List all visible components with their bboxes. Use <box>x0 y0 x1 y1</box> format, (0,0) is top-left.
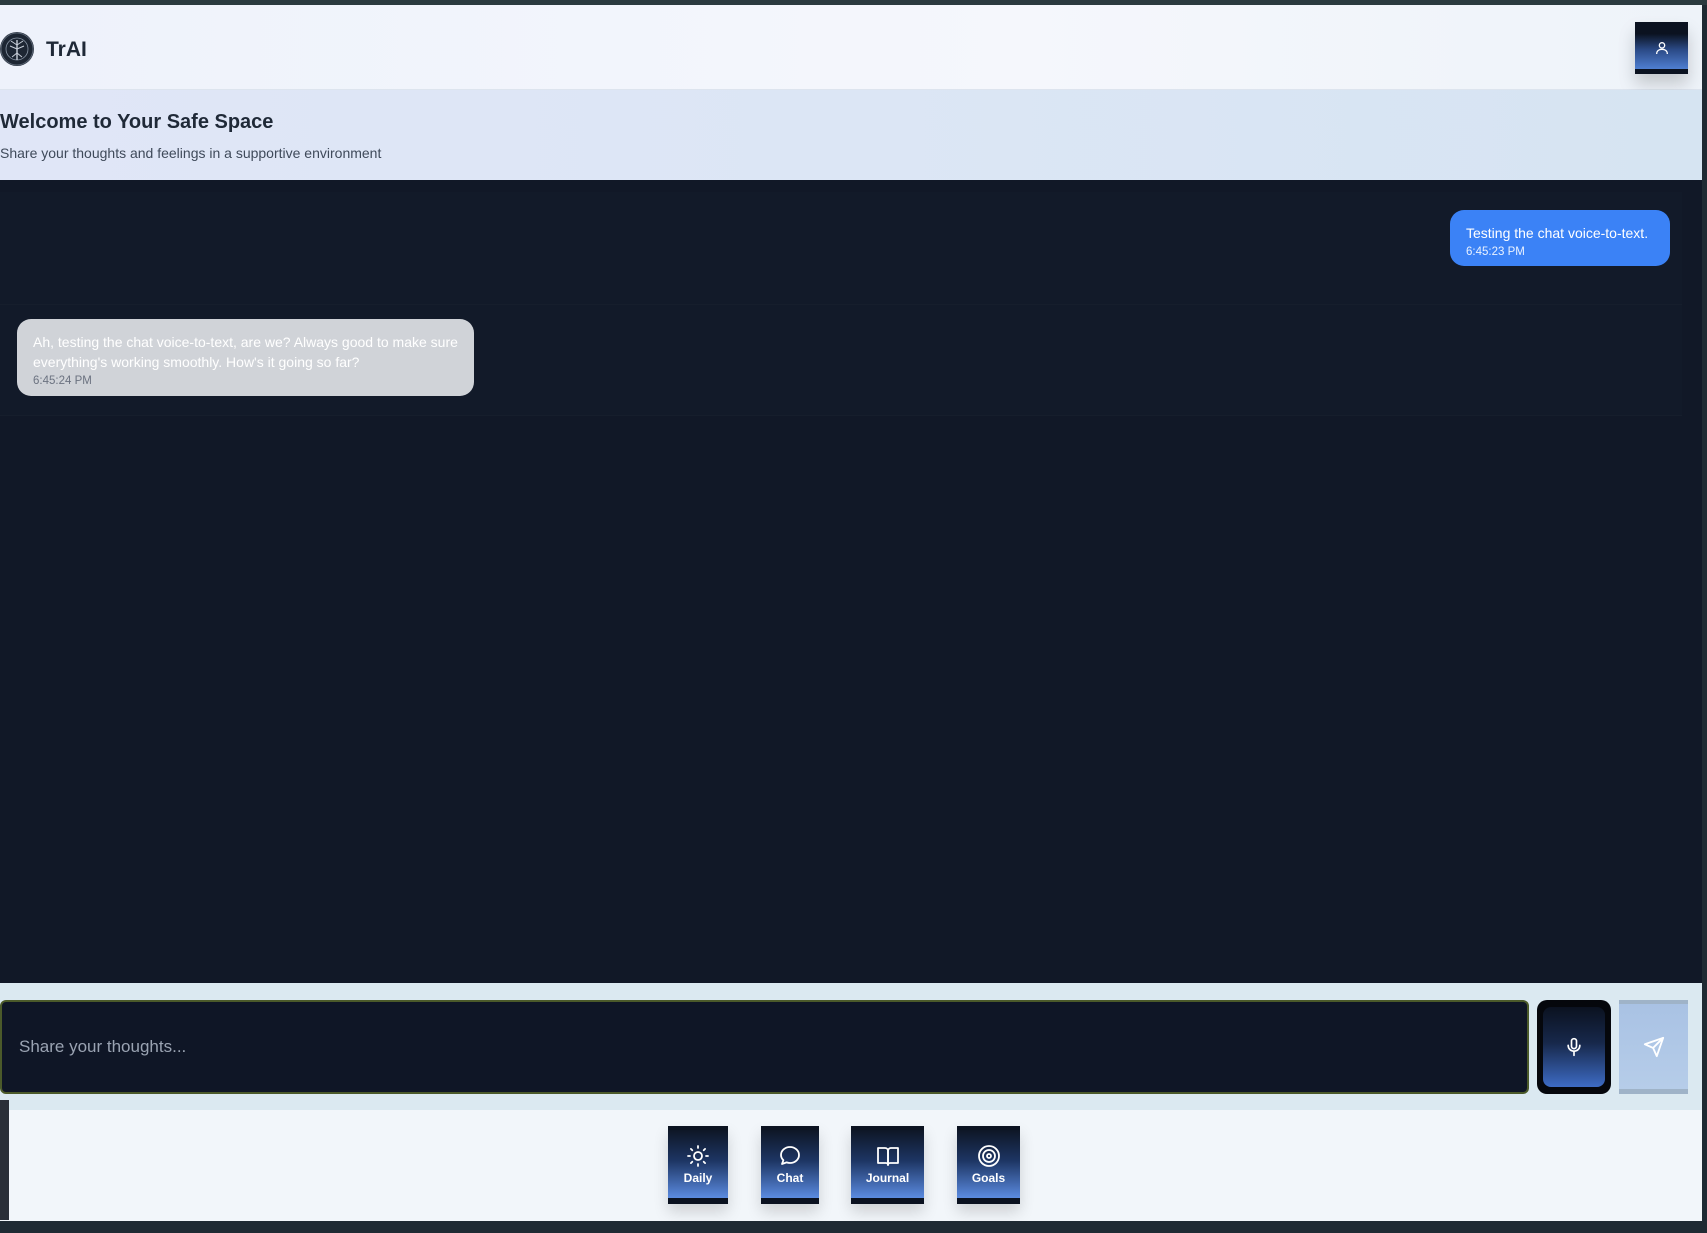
chat-area[interactable]: Testing the chat voice-to-text. 6:45:23 … <box>0 180 1702 983</box>
nav-chat[interactable]: Chat <box>761 1126 819 1204</box>
message-timestamp: 6:45:24 PM <box>33 375 92 387</box>
microphone-icon <box>1567 1037 1581 1057</box>
send-button[interactable] <box>1619 1000 1688 1094</box>
welcome-title: Welcome to Your Safe Space <box>0 111 274 133</box>
book-open-icon <box>876 1146 899 1166</box>
assistant-message-bubble: Ah, testing the chat voice-to-text, are … <box>17 319 474 396</box>
nav-goals-label: Goals <box>971 1170 1006 1185</box>
user-icon <box>1655 41 1668 54</box>
welcome-subtitle: Share your thoughts and feelings in a su… <box>0 145 382 161</box>
sun-icon <box>687 1144 709 1167</box>
nav-journal[interactable]: Journal <box>851 1126 924 1204</box>
message-input-bar <box>0 983 1702 1110</box>
app-title: TrAI <box>46 38 87 61</box>
os-taskbar <box>0 1221 1707 1233</box>
message-row-assistant: Ah, testing the chat voice-to-text, are … <box>0 305 1682 416</box>
message-text: Ah, testing the chat voice-to-text, are … <box>33 334 458 370</box>
target-icon <box>977 1144 1000 1167</box>
tree-logo-icon <box>0 32 34 66</box>
welcome-banner: Welcome to Your Safe Space Share your th… <box>0 90 1702 180</box>
voice-input-button-face <box>1543 1007 1605 1087</box>
app-header: TrAI <box>0 5 1702 90</box>
window-right-edge <box>1702 5 1707 1221</box>
message-row-user: Testing the chat voice-to-text. 6:45:23 … <box>0 192 1682 305</box>
bottom-navigation: Daily Chat Journal Goals <box>0 1110 1702 1221</box>
message-input[interactable] <box>0 1000 1529 1094</box>
nav-journal-label: Journal <box>865 1170 910 1185</box>
nav-goals[interactable]: Goals <box>957 1126 1020 1204</box>
app-logo <box>0 32 34 66</box>
message-timestamp: 6:45:23 PM <box>1466 246 1525 258</box>
nav-daily[interactable]: Daily <box>668 1126 728 1204</box>
send-icon <box>1643 1036 1664 1057</box>
user-message-bubble: Testing the chat voice-to-text. 6:45:23 … <box>1450 210 1670 266</box>
message-text: Testing the chat voice-to-text. <box>1466 225 1649 241</box>
nav-daily-label: Daily <box>683 1170 713 1185</box>
voice-input-button[interactable] <box>1537 1000 1611 1094</box>
profile-button[interactable] <box>1635 22 1688 74</box>
nav-chat-label: Chat <box>776 1170 804 1185</box>
chat-bubble-icon <box>780 1145 800 1165</box>
desktop-edge-widgets <box>0 1100 9 1220</box>
